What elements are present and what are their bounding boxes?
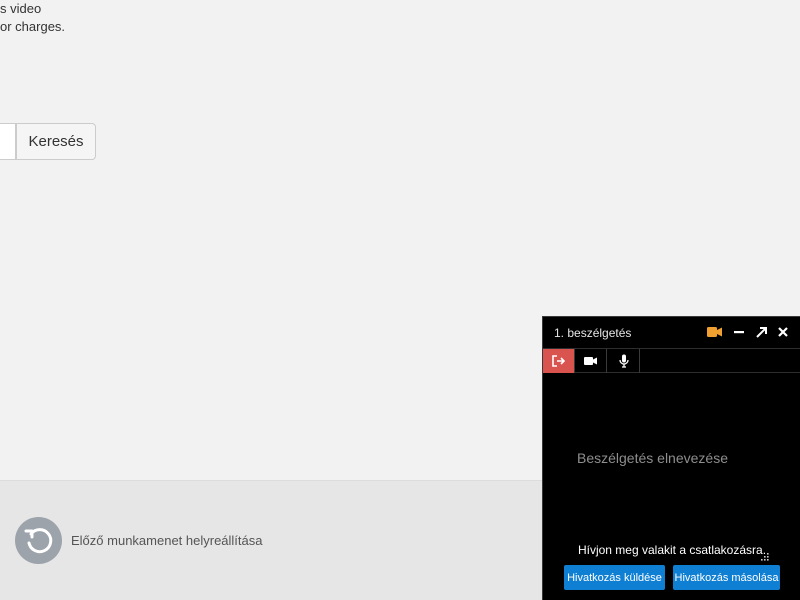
intro-line-2: or charges. bbox=[0, 19, 66, 34]
microphone-button[interactable] bbox=[608, 349, 640, 373]
restore-icon bbox=[15, 517, 62, 564]
chat-toolbar bbox=[543, 348, 800, 373]
intro-text: s video or charges. bbox=[0, 0, 120, 36]
send-link-button[interactable]: Hivatkozás küldése bbox=[564, 565, 665, 590]
close-icon[interactable] bbox=[774, 323, 792, 341]
video-icon bbox=[583, 357, 597, 365]
restore-session-button[interactable]: Előző munkamenet helyreállítása bbox=[15, 517, 263, 564]
expand-icon[interactable] bbox=[752, 323, 770, 341]
page: s video or charges. Keresés Előző munkam… bbox=[0, 0, 800, 600]
video-button[interactable] bbox=[575, 349, 607, 373]
copy-link-button[interactable]: Hivatkozás másolása bbox=[673, 565, 780, 590]
search-button[interactable]: Keresés bbox=[16, 123, 96, 160]
microphone-icon bbox=[618, 354, 629, 368]
restore-session-label: Előző munkamenet helyreállítása bbox=[71, 533, 263, 548]
leave-button[interactable] bbox=[543, 349, 575, 373]
leave-icon bbox=[551, 355, 565, 367]
conversation-name-input[interactable] bbox=[577, 447, 777, 469]
intro-line-1: s video bbox=[0, 1, 42, 16]
camera-icon[interactable] bbox=[706, 323, 724, 341]
chat-widget: 1. beszélgetés Beszélgetés elnevezése Hí… bbox=[542, 316, 800, 600]
invite-text: Hívjon meg valakit a csatlakozásra. bbox=[577, 543, 767, 557]
chat-title: 1. beszélgetés bbox=[554, 326, 632, 340]
search-input[interactable] bbox=[0, 123, 16, 160]
chat-header: 1. beszélgetés bbox=[543, 317, 800, 347]
conversation-name-area bbox=[543, 373, 800, 561]
minimize-icon[interactable] bbox=[730, 323, 748, 341]
